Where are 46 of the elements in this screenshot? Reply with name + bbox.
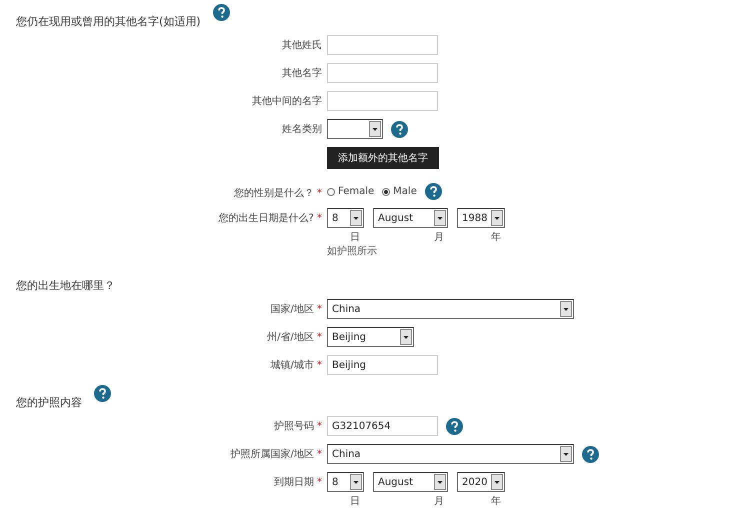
field-label: 城镇/城市 * — [269, 358, 322, 372]
field-label: 您的性别是什么？ * — [232, 186, 322, 200]
field-label: 其他中间的名字 — [251, 94, 322, 108]
text-field[interactable]: G32107654 — [327, 416, 438, 436]
radio-option[interactable]: Male — [382, 186, 417, 197]
field-label: 护照所属国家/地区 * — [229, 448, 322, 461]
unit-label: 日 — [350, 231, 361, 244]
field-label: 护照号码 * — [272, 420, 322, 433]
add-name-button[interactable]: 添加额外的其他名字 — [327, 147, 439, 169]
unit-label: 年 — [491, 495, 502, 508]
dropdown[interactable]: 8 — [327, 472, 364, 492]
hint-text: 如护照所示 — [327, 244, 378, 258]
radio-option[interactable]: Female — [327, 186, 374, 197]
field-label: 姓名类别 — [281, 122, 322, 136]
unit-label: 月 — [434, 495, 445, 508]
dropdown[interactable]: China — [327, 299, 574, 319]
dropdown[interactable]: China — [327, 444, 574, 464]
field-label: 国家/地区 * — [269, 302, 322, 316]
help-icon[interactable] — [212, 4, 230, 21]
section-heading: 您的出生地在哪里？ — [16, 278, 115, 293]
section-heading: 您仍在现用或曾用的其他名字(如适用) — [16, 14, 201, 29]
field-label: 到期日期 * — [272, 476, 322, 489]
text-field[interactable] — [327, 91, 438, 111]
text-field[interactable]: Beijing — [327, 355, 438, 375]
unit-label: 月 — [434, 231, 445, 244]
text-field[interactable] — [327, 35, 438, 55]
field-label: 其他名字 — [281, 66, 322, 80]
help-icon[interactable] — [94, 385, 111, 402]
dropdown[interactable]: 1988 — [457, 208, 505, 228]
dropdown[interactable]: 2020 — [457, 472, 505, 492]
help-icon[interactable] — [424, 183, 442, 200]
unit-label: 年 — [491, 231, 502, 244]
dropdown[interactable]: 8 — [327, 208, 364, 228]
field-label: 州/省/地区 * — [266, 330, 322, 344]
help-icon[interactable] — [446, 418, 463, 434]
dropdown[interactable]: Beijing — [327, 327, 414, 347]
help-icon[interactable] — [582, 446, 599, 462]
help-icon[interactable] — [391, 120, 408, 138]
text-field[interactable] — [327, 63, 438, 83]
field-label: 您的出生日期是什么? * — [218, 212, 322, 225]
field-label: 其他姓氏 — [281, 38, 322, 52]
dropdown[interactable]: August — [373, 472, 448, 492]
section-heading: 您的护照内容 — [16, 395, 82, 410]
unit-label: 日 — [350, 495, 361, 508]
dropdown[interactable] — [327, 119, 383, 139]
dropdown[interactable]: August — [373, 208, 448, 228]
